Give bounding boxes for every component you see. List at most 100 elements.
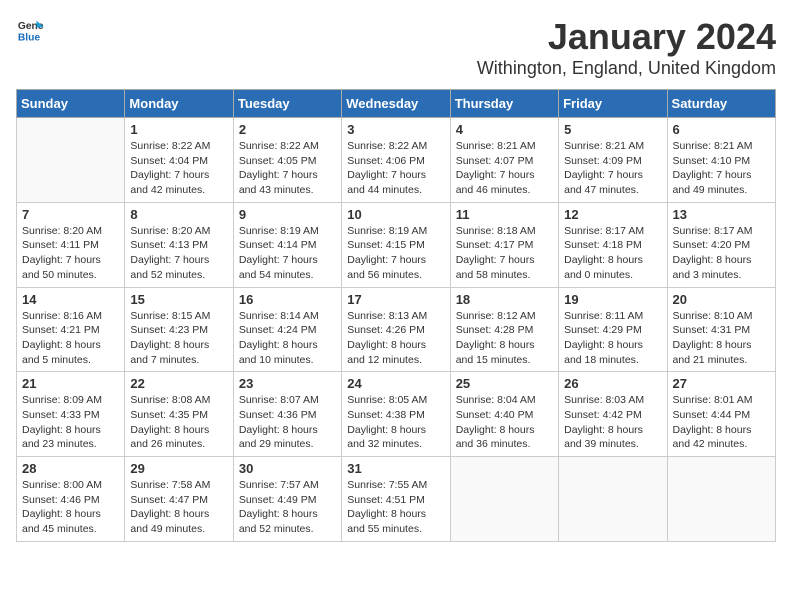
calendar-cell: 11 Sunrise: 8:18 AMSunset: 4:17 PMDayligh… bbox=[450, 202, 558, 287]
calendar-cell: 31 Sunrise: 7:55 AMSunset: 4:51 PMDayligh… bbox=[342, 457, 450, 542]
day-number: 26 bbox=[564, 376, 661, 391]
weekday-header-monday: Monday bbox=[125, 90, 233, 118]
calendar-cell: 25 Sunrise: 8:04 AMSunset: 4:40 PMDayligh… bbox=[450, 372, 558, 457]
weekday-header-wednesday: Wednesday bbox=[342, 90, 450, 118]
day-number: 21 bbox=[22, 376, 119, 391]
day-info: Sunrise: 7:55 AMSunset: 4:51 PMDaylight:… bbox=[347, 478, 444, 537]
day-info: Sunrise: 7:58 AMSunset: 4:47 PMDaylight:… bbox=[130, 478, 227, 537]
day-info: Sunrise: 8:04 AMSunset: 4:40 PMDaylight:… bbox=[456, 393, 553, 452]
day-number: 24 bbox=[347, 376, 444, 391]
calendar-cell: 6 Sunrise: 8:21 AMSunset: 4:10 PMDaylight… bbox=[667, 118, 775, 203]
day-info: Sunrise: 8:16 AMSunset: 4:21 PMDaylight:… bbox=[22, 309, 119, 368]
day-info: Sunrise: 8:22 AMSunset: 4:04 PMDaylight:… bbox=[130, 139, 227, 198]
calendar-cell: 15 Sunrise: 8:15 AMSunset: 4:23 PMDayligh… bbox=[125, 287, 233, 372]
day-info: Sunrise: 8:22 AMSunset: 4:06 PMDaylight:… bbox=[347, 139, 444, 198]
day-info: Sunrise: 8:03 AMSunset: 4:42 PMDaylight:… bbox=[564, 393, 661, 452]
calendar-cell: 9 Sunrise: 8:19 AMSunset: 4:14 PMDaylight… bbox=[233, 202, 341, 287]
day-info: Sunrise: 8:17 AMSunset: 4:18 PMDaylight:… bbox=[564, 224, 661, 283]
day-number: 11 bbox=[456, 207, 553, 222]
day-info: Sunrise: 7:57 AMSunset: 4:49 PMDaylight:… bbox=[239, 478, 336, 537]
weekday-header-thursday: Thursday bbox=[450, 90, 558, 118]
weekday-header-sunday: Sunday bbox=[17, 90, 125, 118]
calendar-cell: 30Sunrise: 7:57 AMSunset: 4:49 PMDayligh… bbox=[233, 457, 341, 542]
day-number: 9 bbox=[239, 207, 336, 222]
day-info: Sunrise: 8:20 AMSunset: 4:13 PMDaylight:… bbox=[130, 224, 227, 283]
day-number: 17 bbox=[347, 292, 444, 307]
day-info: Sunrise: 8:01 AMSunset: 4:44 PMDaylight:… bbox=[673, 393, 770, 452]
calendar-cell: 27 Sunrise: 8:01 AMSunset: 4:44 PMDayligh… bbox=[667, 372, 775, 457]
logo: General Blue bbox=[16, 16, 44, 44]
week-row-2: 7Sunrise: 8:20 AMSunset: 4:11 PMDaylight… bbox=[17, 202, 776, 287]
day-number: 2 bbox=[239, 122, 336, 137]
day-number: 15 bbox=[130, 292, 227, 307]
calendar-cell: 22 Sunrise: 8:08 AMSunset: 4:35 PMDayligh… bbox=[125, 372, 233, 457]
calendar-cell: 5 Sunrise: 8:21 AMSunset: 4:09 PMDaylight… bbox=[559, 118, 667, 203]
day-number: 4 bbox=[456, 122, 553, 137]
day-number: 1 bbox=[130, 122, 227, 137]
day-info: Sunrise: 8:17 AMSunset: 4:20 PMDaylight:… bbox=[673, 224, 770, 283]
calendar-cell: 21 Sunrise: 8:09 AMSunset: 4:33 PMDayligh… bbox=[17, 372, 125, 457]
day-number: 23 bbox=[239, 376, 336, 391]
header: General Blue January 2024 Withington, En… bbox=[16, 16, 776, 79]
calendar-cell: 16Sunrise: 8:14 AMSunset: 4:24 PMDayligh… bbox=[233, 287, 341, 372]
day-number: 20 bbox=[673, 292, 770, 307]
weekday-header-saturday: Saturday bbox=[667, 90, 775, 118]
day-number: 19 bbox=[564, 292, 661, 307]
day-info: Sunrise: 8:11 AMSunset: 4:29 PMDaylight:… bbox=[564, 309, 661, 368]
calendar-table: SundayMondayTuesdayWednesdayThursdayFrid… bbox=[16, 89, 776, 542]
calendar-cell: 1 Sunrise: 8:22 AMSunset: 4:04 PMDaylight… bbox=[125, 118, 233, 203]
day-number: 6 bbox=[673, 122, 770, 137]
calendar-cell: 14 Sunrise: 8:16 AMSunset: 4:21 PMDayligh… bbox=[17, 287, 125, 372]
day-number: 8 bbox=[130, 207, 227, 222]
calendar-cell: 24 Sunrise: 8:05 AMSunset: 4:38 PMDayligh… bbox=[342, 372, 450, 457]
calendar-cell: 23Sunrise: 8:07 AMSunset: 4:36 PMDayligh… bbox=[233, 372, 341, 457]
day-info: Sunrise: 8:19 AMSunset: 4:14 PMDaylight:… bbox=[239, 224, 336, 283]
month-title: January 2024 bbox=[477, 16, 776, 58]
calendar-cell bbox=[17, 118, 125, 203]
calendar-cell: 17Sunrise: 8:13 AMSunset: 4:26 PMDayligh… bbox=[342, 287, 450, 372]
calendar-cell: 10Sunrise: 8:19 AMSunset: 4:15 PMDayligh… bbox=[342, 202, 450, 287]
day-info: Sunrise: 8:21 AMSunset: 4:09 PMDaylight:… bbox=[564, 139, 661, 198]
day-info: Sunrise: 8:14 AMSunset: 4:24 PMDaylight:… bbox=[239, 309, 336, 368]
calendar-cell: 13 Sunrise: 8:17 AMSunset: 4:20 PMDayligh… bbox=[667, 202, 775, 287]
day-info: Sunrise: 8:00 AMSunset: 4:46 PMDaylight:… bbox=[22, 478, 119, 537]
calendar-cell: 12 Sunrise: 8:17 AMSunset: 4:18 PMDayligh… bbox=[559, 202, 667, 287]
title-area: January 2024 Withington, England, United… bbox=[477, 16, 776, 79]
week-row-3: 14 Sunrise: 8:16 AMSunset: 4:21 PMDayligh… bbox=[17, 287, 776, 372]
calendar-cell: 2 Sunrise: 8:22 AMSunset: 4:05 PMDaylight… bbox=[233, 118, 341, 203]
calendar-cell: 19 Sunrise: 8:11 AMSunset: 4:29 PMDayligh… bbox=[559, 287, 667, 372]
day-number: 3 bbox=[347, 122, 444, 137]
day-number: 22 bbox=[130, 376, 227, 391]
day-number: 28 bbox=[22, 461, 119, 476]
week-row-5: 28 Sunrise: 8:00 AMSunset: 4:46 PMDayligh… bbox=[17, 457, 776, 542]
day-info: Sunrise: 8:08 AMSunset: 4:35 PMDaylight:… bbox=[130, 393, 227, 452]
week-row-1: 1 Sunrise: 8:22 AMSunset: 4:04 PMDaylight… bbox=[17, 118, 776, 203]
day-number: 5 bbox=[564, 122, 661, 137]
day-number: 25 bbox=[456, 376, 553, 391]
day-info: Sunrise: 8:15 AMSunset: 4:23 PMDaylight:… bbox=[130, 309, 227, 368]
calendar-cell: 3 Sunrise: 8:22 AMSunset: 4:06 PMDaylight… bbox=[342, 118, 450, 203]
day-number: 29 bbox=[130, 461, 227, 476]
calendar-cell bbox=[559, 457, 667, 542]
day-info: Sunrise: 8:18 AMSunset: 4:17 PMDaylight:… bbox=[456, 224, 553, 283]
day-info: Sunrise: 8:09 AMSunset: 4:33 PMDaylight:… bbox=[22, 393, 119, 452]
day-number: 13 bbox=[673, 207, 770, 222]
calendar-cell: 8 Sunrise: 8:20 AMSunset: 4:13 PMDaylight… bbox=[125, 202, 233, 287]
day-info: Sunrise: 8:19 AMSunset: 4:15 PMDaylight:… bbox=[347, 224, 444, 283]
day-info: Sunrise: 8:05 AMSunset: 4:38 PMDaylight:… bbox=[347, 393, 444, 452]
day-number: 31 bbox=[347, 461, 444, 476]
calendar-cell bbox=[450, 457, 558, 542]
calendar-cell: 20Sunrise: 8:10 AMSunset: 4:31 PMDayligh… bbox=[667, 287, 775, 372]
calendar-cell: 29 Sunrise: 7:58 AMSunset: 4:47 PMDayligh… bbox=[125, 457, 233, 542]
day-number: 27 bbox=[673, 376, 770, 391]
svg-text:Blue: Blue bbox=[18, 32, 41, 43]
calendar-cell: 7Sunrise: 8:20 AMSunset: 4:11 PMDaylight… bbox=[17, 202, 125, 287]
day-info: Sunrise: 8:22 AMSunset: 4:05 PMDaylight:… bbox=[239, 139, 336, 198]
weekday-header-row: SundayMondayTuesdayWednesdayThursdayFrid… bbox=[17, 90, 776, 118]
day-info: Sunrise: 8:21 AMSunset: 4:07 PMDaylight:… bbox=[456, 139, 553, 198]
day-info: Sunrise: 8:12 AMSunset: 4:28 PMDaylight:… bbox=[456, 309, 553, 368]
day-info: Sunrise: 8:21 AMSunset: 4:10 PMDaylight:… bbox=[673, 139, 770, 198]
day-number: 14 bbox=[22, 292, 119, 307]
calendar-cell: 28 Sunrise: 8:00 AMSunset: 4:46 PMDayligh… bbox=[17, 457, 125, 542]
day-number: 12 bbox=[564, 207, 661, 222]
